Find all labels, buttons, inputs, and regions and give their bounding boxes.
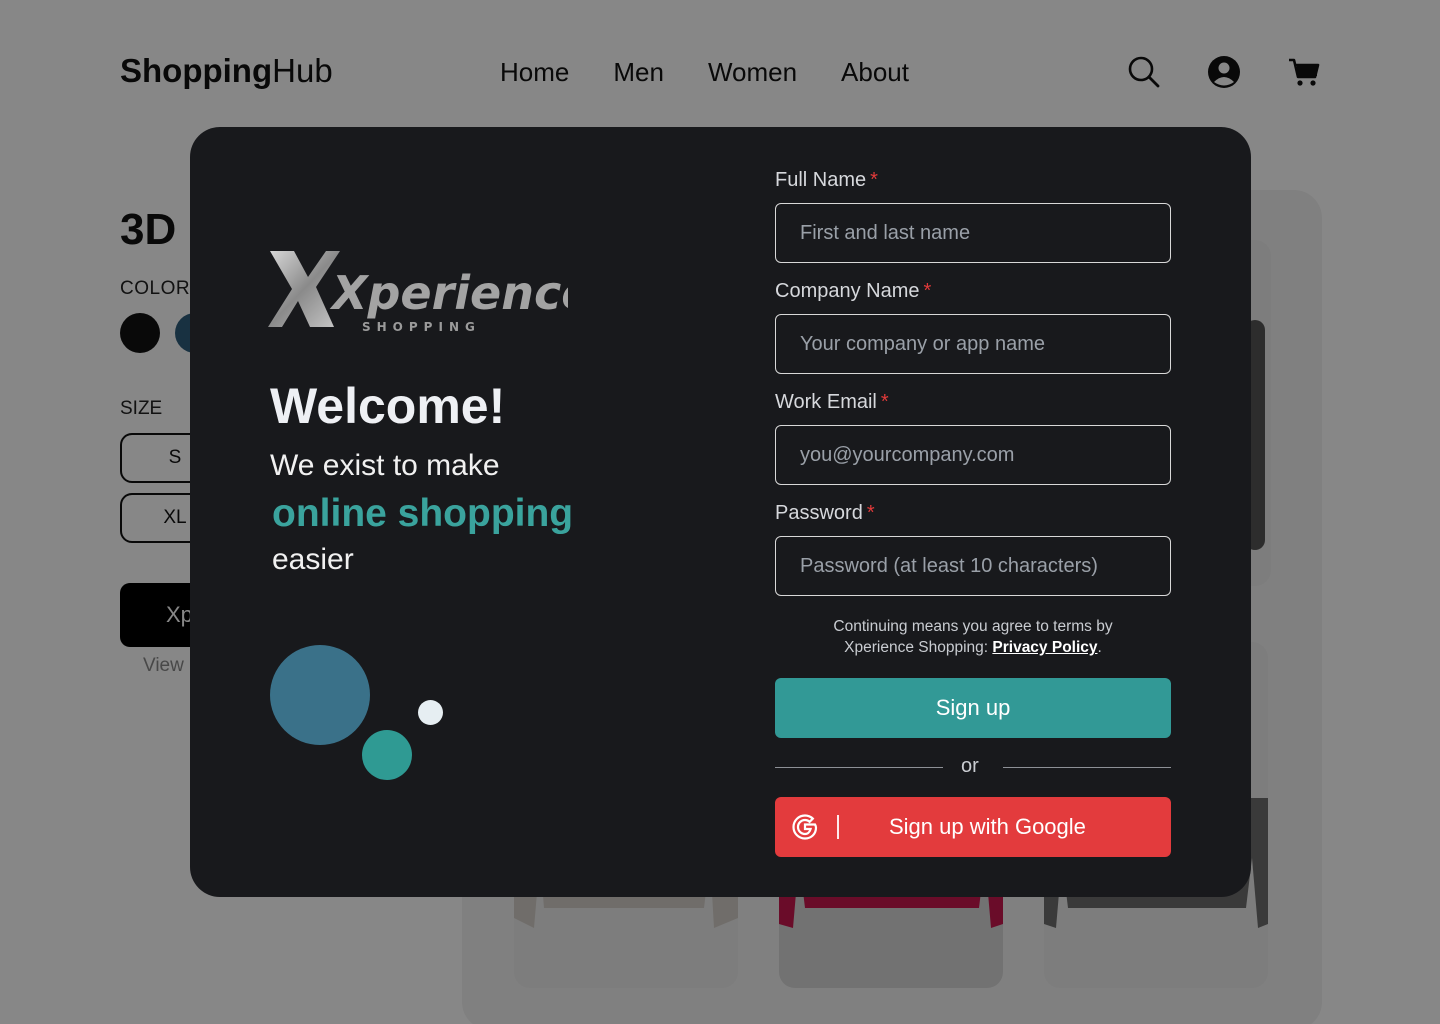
password-label: Password * xyxy=(775,502,875,524)
google-signup-label: Sign up with Google xyxy=(889,814,1086,839)
welcome-heading: Welcome! xyxy=(270,378,506,434)
google-button-separator xyxy=(837,815,839,839)
logo-wordmark: Xperience xyxy=(329,266,568,320)
company-name-label: Company Name * xyxy=(775,280,932,302)
tagline-line-2: easier xyxy=(272,543,354,576)
decorative-circle-medium xyxy=(362,730,412,780)
tagline-line-1: We exist to make xyxy=(270,449,500,482)
required-marker: * xyxy=(923,280,932,302)
xperience-logo: Xperience SHOPPING xyxy=(268,251,568,334)
company-name-input[interactable] xyxy=(775,314,1171,374)
required-marker: * xyxy=(870,169,878,191)
divider-line-left xyxy=(775,767,943,768)
or-divider: or xyxy=(775,755,1171,779)
google-icon xyxy=(792,814,818,840)
full-name-input[interactable] xyxy=(775,203,1171,263)
or-text: or xyxy=(961,755,979,777)
divider-line-right xyxy=(1003,767,1171,768)
work-email-label: Work Email * xyxy=(775,391,889,413)
full-name-label: Full Name * xyxy=(775,169,878,191)
decorative-circle-large xyxy=(270,645,370,745)
logo-subtitle: SHOPPING xyxy=(362,320,481,334)
required-marker: * xyxy=(880,391,889,413)
google-signup-button[interactable]: Sign up with Google xyxy=(775,797,1171,857)
work-email-input[interactable] xyxy=(775,425,1171,485)
decorative-circle-small xyxy=(418,700,443,725)
password-input[interactable] xyxy=(775,536,1171,596)
required-marker: * xyxy=(866,502,875,524)
terms-text: Continuing means you agree to terms by X… xyxy=(833,618,1113,656)
tagline-highlight: online shopping xyxy=(272,492,574,535)
signup-button[interactable]: Sign up xyxy=(775,678,1171,738)
signup-modal: Xperience SHOPPING Welcome! We exist to … xyxy=(190,127,1251,897)
privacy-policy-link[interactable]: Privacy Policy xyxy=(992,639,1097,656)
